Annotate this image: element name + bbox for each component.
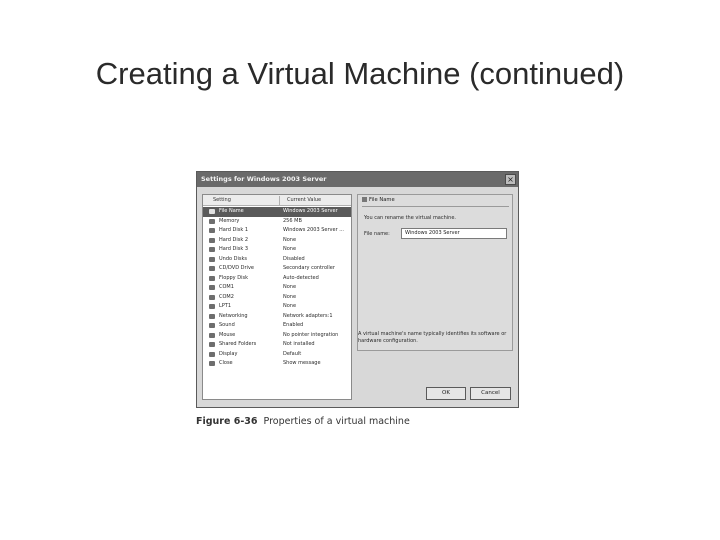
setting-label: Shared Folders xyxy=(219,341,257,347)
network-icon xyxy=(209,313,215,319)
undo-disk-icon xyxy=(209,256,215,262)
setting-value: None xyxy=(283,284,297,290)
file-name-group: File Name You can rename the virtual mac… xyxy=(357,194,513,351)
setting-value: None xyxy=(283,293,297,300)
setting-value: Auto-detected xyxy=(283,274,319,281)
setting-row[interactable]: COM2 None xyxy=(203,293,351,303)
setting-row[interactable]: Mouse No pointer integration xyxy=(203,331,351,341)
setting-row[interactable]: Display Default xyxy=(203,350,351,360)
dialog-title: Settings for Windows 2003 Server xyxy=(201,175,327,183)
file-name-panel: File Name You can rename the virtual mac… xyxy=(357,194,513,376)
mouse-icon xyxy=(209,332,215,338)
setting-label: COM2 xyxy=(219,293,234,300)
setting-label: Undo Disks xyxy=(219,255,247,262)
setting-label: LPT1 xyxy=(219,303,232,309)
setting-row[interactable]: Networking Network adapters:1 xyxy=(203,312,351,322)
setting-value: No pointer integration xyxy=(283,331,339,338)
floppy-icon xyxy=(209,275,215,281)
description-text: A virtual machine's name typically ident… xyxy=(358,331,507,344)
setting-row[interactable]: Floppy Disk Auto-detected xyxy=(203,274,351,284)
file-name-label: File name: xyxy=(364,231,390,237)
setting-label: Hard Disk 3 xyxy=(219,246,249,252)
setting-value: 256 MB xyxy=(283,217,302,224)
sound-icon xyxy=(209,323,215,328)
hard-disk-icon xyxy=(209,228,215,233)
setting-row[interactable]: Memory 256 MB xyxy=(203,217,351,227)
setting-row[interactable]: Undo Disks Disabled xyxy=(203,255,351,265)
figure-number: Figure 6-36 xyxy=(196,416,258,427)
ok-button[interactable]: OK xyxy=(426,387,466,400)
setting-label: Networking xyxy=(219,312,248,319)
setting-label: Floppy Disk xyxy=(219,274,248,281)
setting-value: None xyxy=(283,303,297,309)
setting-row[interactable]: LPT1 None xyxy=(203,302,351,312)
group-divider xyxy=(362,206,509,207)
setting-row[interactable]: Hard Disk 3 None xyxy=(203,245,351,255)
setting-value: Show message xyxy=(283,360,321,366)
setting-row[interactable]: Shared Folders Not installed xyxy=(203,340,351,350)
setting-value: Windows 2003 Server ... xyxy=(283,227,344,233)
parallel-port-icon xyxy=(209,304,215,309)
setting-row[interactable]: Sound Enabled xyxy=(203,321,351,331)
group-title: File Name xyxy=(362,197,395,203)
setting-value: Disabled xyxy=(283,255,305,262)
setting-label: Close xyxy=(219,360,233,366)
dialog-titlebar: Settings for Windows 2003 Server xyxy=(197,172,518,187)
serial-port-icon xyxy=(209,285,215,290)
setting-label: Display xyxy=(219,350,238,357)
hard-disk-icon xyxy=(209,247,215,252)
setting-row[interactable]: Hard Disk 2 None xyxy=(203,236,351,246)
folder-icon xyxy=(209,342,215,347)
setting-value: Default xyxy=(283,350,302,357)
setting-label: Memory xyxy=(219,217,240,224)
list-header: Setting Current Value xyxy=(203,195,351,206)
document-icon xyxy=(209,209,215,214)
hard-disk-icon xyxy=(209,237,215,243)
setting-value: None xyxy=(283,236,297,243)
setting-label: Mouse xyxy=(219,331,236,338)
slide-title: Creating a Virtual Machine (continued) xyxy=(95,56,625,91)
setting-row[interactable]: COM1 None xyxy=(203,283,351,293)
settings-rows: File Name Windows 2003 Server Memory 256 MB… xyxy=(203,207,351,369)
setting-row[interactable]: Hard Disk 1 Windows 2003 Server ... xyxy=(203,226,351,236)
setting-row[interactable]: CD/DVD Drive Secondary controller xyxy=(203,264,351,274)
setting-value: Network adapters:1 xyxy=(283,312,333,319)
setting-label: File Name xyxy=(219,208,244,214)
column-header-setting[interactable]: Setting xyxy=(213,195,231,206)
file-name-input[interactable]: Windows 2003 Server xyxy=(401,228,507,239)
settings-list: Setting Current Value File Name Windows 2… xyxy=(202,194,352,400)
serial-port-icon xyxy=(209,294,215,300)
figure-caption: Figure 6-36 Properties of a virtual machi… xyxy=(196,416,410,427)
setting-value: Enabled xyxy=(283,322,304,328)
setting-label: CD/DVD Drive xyxy=(219,265,254,271)
close-button[interactable]: × xyxy=(505,174,516,185)
column-divider[interactable] xyxy=(279,196,280,205)
setting-label: Hard Disk 1 xyxy=(219,227,249,233)
display-icon xyxy=(209,351,215,357)
setting-label: Hard Disk 2 xyxy=(219,236,249,243)
settings-dialog: Settings for Windows 2003 Server × Setti… xyxy=(196,171,519,408)
rename-instruction: You can rename the virtual machine. xyxy=(364,215,457,221)
column-header-current-value[interactable]: Current Value xyxy=(287,195,321,206)
setting-value: None xyxy=(283,246,297,252)
figure-caption-text: Properties of a virtual machine xyxy=(263,416,410,427)
document-icon xyxy=(362,197,367,202)
cancel-button[interactable]: Cancel xyxy=(470,387,511,400)
setting-row[interactable]: Close Show message xyxy=(203,359,351,369)
setting-value: Not installed xyxy=(283,341,315,347)
group-title-text: File Name xyxy=(369,197,395,203)
setting-value: Windows 2003 Server xyxy=(283,208,338,214)
setting-value: Secondary controller xyxy=(283,265,335,271)
setting-label: COM1 xyxy=(219,284,234,290)
memory-icon xyxy=(209,218,215,224)
close-setting-icon xyxy=(209,361,215,366)
setting-row[interactable]: File Name Windows 2003 Server xyxy=(203,207,351,217)
cd-drive-icon xyxy=(209,266,215,271)
setting-label: Sound xyxy=(219,322,235,328)
